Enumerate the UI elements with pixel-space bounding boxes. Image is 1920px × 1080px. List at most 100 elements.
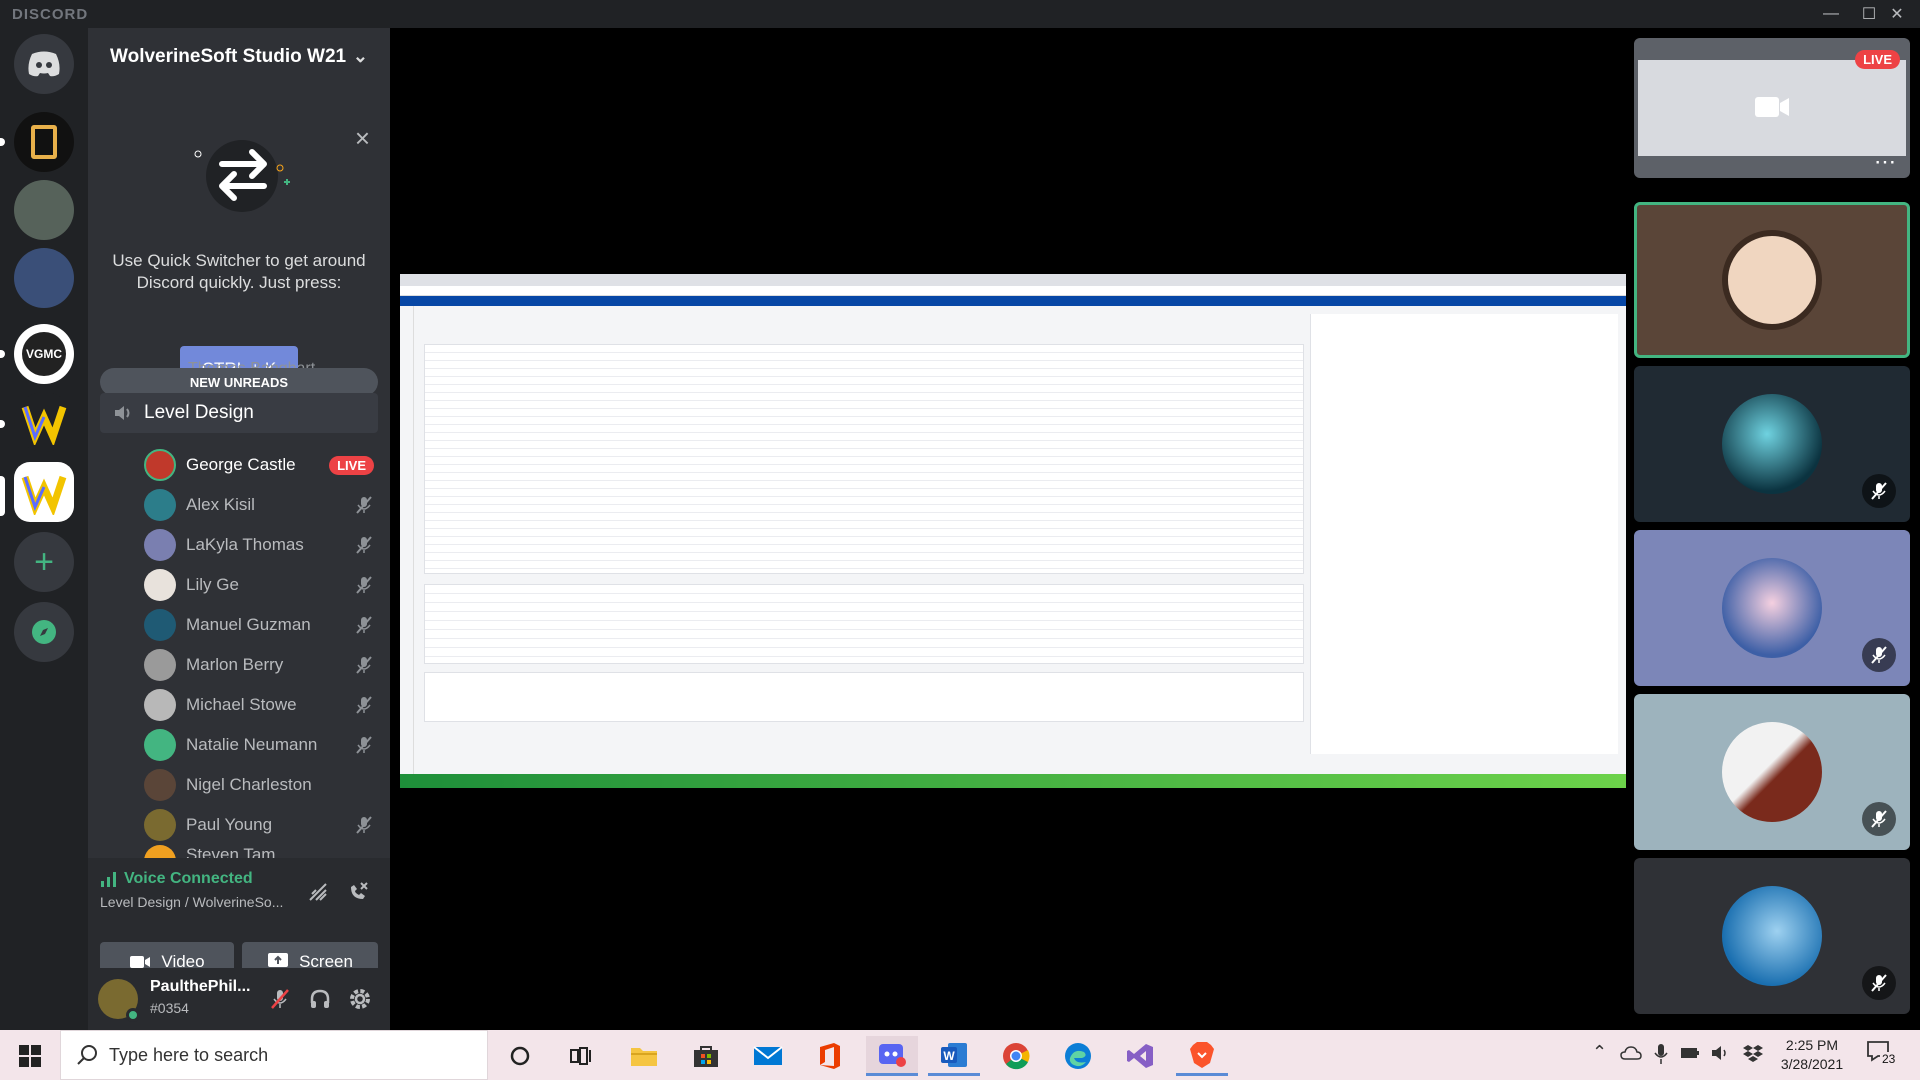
- mic-muted-icon: [356, 616, 372, 634]
- voice-user-name: Marlon Berry: [186, 655, 284, 674]
- server-header[interactable]: WolverineSoft Studio W21 ⌄: [88, 28, 390, 86]
- voice-user-paul-young[interactable]: Paul Young: [144, 805, 374, 845]
- avatar: [144, 729, 176, 761]
- brave-button[interactable]: [1176, 1036, 1228, 1076]
- more-options-icon[interactable]: ⋯: [1874, 151, 1896, 173]
- chrome-button[interactable]: [990, 1036, 1042, 1076]
- chevron-up-icon[interactable]: ⌃: [1592, 1042, 1607, 1063]
- mic-muted-icon: [1862, 474, 1896, 508]
- voice-user-marlon-berry[interactable]: Marlon Berry: [144, 645, 374, 685]
- close-window-button[interactable]: ✕: [1874, 0, 1920, 28]
- server-logo-icon: [31, 125, 57, 159]
- battery-icon[interactable]: [1680, 1046, 1700, 1060]
- participant-tile-3[interactable]: [1634, 530, 1910, 686]
- office-icon: [820, 1043, 840, 1069]
- store-button[interactable]: [680, 1036, 732, 1076]
- svg-text:W: W: [943, 1049, 955, 1063]
- live-badge: LIVE: [1855, 50, 1900, 69]
- voice-status[interactable]: Voice Connected: [100, 870, 253, 888]
- server-icon-wolverinesoft[interactable]: [14, 392, 74, 452]
- home-button[interactable]: [14, 34, 74, 94]
- mic-muted-icon[interactable]: [268, 987, 292, 1011]
- voice-user-alex-kisil[interactable]: Alex Kisil: [144, 485, 374, 525]
- voice-user-name: Manuel Guzman: [186, 615, 311, 634]
- shared-screen[interactable]: [400, 274, 1626, 788]
- stream-browser-tabs: [400, 274, 1626, 286]
- unread-indicator-3: [0, 420, 5, 428]
- unread-indicator: [0, 138, 5, 146]
- mail-button[interactable]: [742, 1036, 794, 1076]
- voice-user-nigel-charleston[interactable]: Nigel Charleston: [144, 765, 374, 805]
- voice-user-name: LaKyla Thomas: [186, 535, 304, 554]
- voice-user-manuel-guzman[interactable]: Manuel Guzman: [144, 605, 374, 645]
- system-clock[interactable]: 2:25 PM 3/28/2021: [1770, 1036, 1854, 1074]
- avatar: [144, 569, 176, 601]
- voice-user-lakyla-thomas[interactable]: LaKyla Thomas: [144, 525, 374, 565]
- headphones-icon[interactable]: [308, 987, 332, 1011]
- voice-user-name: Michael Stowe: [186, 695, 297, 714]
- cortana-button[interactable]: [494, 1036, 546, 1076]
- server-icon-3[interactable]: [14, 248, 74, 308]
- taskbar-search[interactable]: Type here to search: [60, 1030, 488, 1080]
- voice-user-michael-stowe[interactable]: Michael Stowe: [144, 685, 374, 725]
- gear-icon[interactable]: [348, 987, 372, 1011]
- office-button[interactable]: [804, 1036, 856, 1076]
- new-unreads-bar[interactable]: NEW UNREADS: [100, 368, 378, 396]
- voice-location[interactable]: Level Design / WolverineSo...: [100, 894, 283, 910]
- noise-suppression-icon[interactable]: [306, 880, 330, 904]
- signal-icon: [101, 872, 116, 887]
- explore-servers-button[interactable]: [14, 602, 74, 662]
- voice-user-lily-ge[interactable]: Lily Ge: [144, 565, 374, 605]
- server-icon-wolverinesoft-studio[interactable]: [14, 462, 74, 522]
- add-server-button[interactable]: +: [14, 532, 74, 592]
- voice-channel-level-design[interactable]: Level Design: [100, 393, 378, 433]
- voice-user-name: George Castle: [186, 455, 296, 474]
- quick-switcher-popout: × Use Quick Switcher to get around Disco…: [88, 86, 390, 392]
- onedrive-icon[interactable]: [1620, 1044, 1642, 1062]
- participant-tile-4[interactable]: [1634, 694, 1910, 850]
- stream-stage[interactable]: [390, 28, 1634, 1030]
- server-icon-vgmc[interactable]: VGMC: [14, 324, 74, 384]
- stream-preview-tile[interactable]: LIVE ⋯: [1634, 38, 1910, 178]
- voice-user-natalie-neumann[interactable]: Natalie Neumann: [144, 725, 374, 765]
- participant-tile-2[interactable]: [1634, 366, 1910, 522]
- user-name: PaulthePhil...: [150, 978, 251, 995]
- volume-icon[interactable]: [1710, 1044, 1730, 1062]
- discord-taskbar-button[interactable]: [866, 1036, 918, 1076]
- microphone-icon[interactable]: [1654, 1043, 1668, 1065]
- avatar: [1722, 230, 1822, 330]
- avatar: [1722, 394, 1822, 494]
- server-name: WolverineSoft Studio W21: [110, 46, 347, 67]
- mic-muted-icon: [356, 536, 372, 554]
- visual-studio-button[interactable]: [1114, 1036, 1166, 1076]
- avatar: [144, 609, 176, 641]
- file-explorer-button[interactable]: [618, 1036, 670, 1076]
- chevron-down-icon: ⌄: [352, 46, 368, 66]
- mic-muted-icon: [1862, 966, 1896, 1000]
- edge-button[interactable]: [1052, 1036, 1104, 1076]
- avatar: [144, 689, 176, 721]
- word-icon: W: [941, 1042, 967, 1067]
- channel-sidebar: WolverineSoft Studio W21 ⌄ × Use Quick S…: [88, 28, 390, 1030]
- participant-tile-5[interactable]: [1634, 858, 1910, 1014]
- server-rail: VGMC +: [0, 28, 88, 1030]
- avatar: [144, 769, 176, 801]
- disconnect-icon[interactable]: [346, 880, 370, 904]
- voice-user-george-castle[interactable]: George Castle LIVE: [144, 445, 374, 485]
- chrome-icon: [1003, 1043, 1030, 1070]
- task-view-button[interactable]: [556, 1036, 608, 1076]
- participant-tile-speaking[interactable]: [1634, 202, 1910, 358]
- mic-muted-icon: [356, 496, 372, 514]
- action-center-button[interactable]: 23: [1866, 1040, 1898, 1070]
- edge-icon: [1065, 1043, 1091, 1069]
- server-icon-1[interactable]: [14, 112, 74, 172]
- server-icon-2[interactable]: [14, 180, 74, 240]
- mic-muted-icon: [1862, 802, 1896, 836]
- word-button[interactable]: W: [928, 1036, 980, 1076]
- close-icon[interactable]: ×: [355, 125, 370, 151]
- start-button[interactable]: [4, 1036, 56, 1076]
- unread-indicator-2: [0, 350, 5, 358]
- quick-switcher-text: Use Quick Switcher to get around Discord…: [112, 251, 366, 292]
- voice-user-name: Natalie Neumann: [186, 735, 318, 754]
- dropbox-icon[interactable]: [1742, 1044, 1764, 1064]
